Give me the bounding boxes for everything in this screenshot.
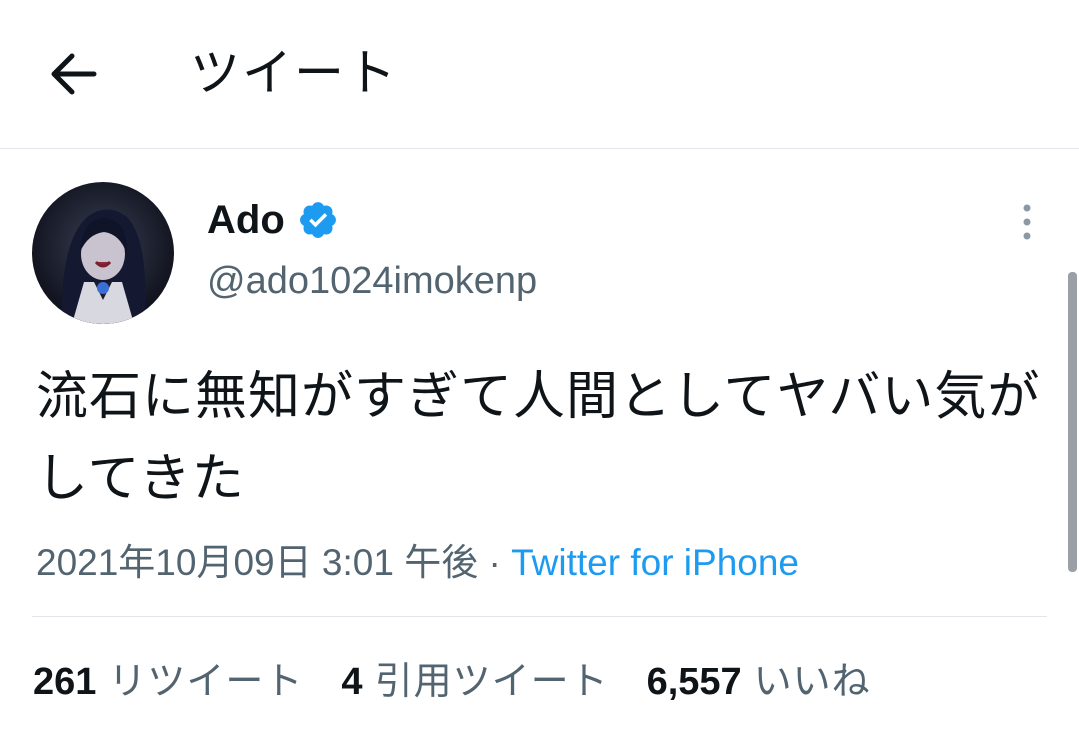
quote-label: 引用ツイート (374, 659, 609, 703)
retweet-label: リツイート (108, 659, 304, 703)
divider (32, 616, 1047, 617)
stat-quote-tweets[interactable]: 4 引用ツイート (341, 650, 608, 705)
quote-count: 4 (341, 661, 363, 703)
arrow-left-icon (51, 53, 97, 95)
avatar[interactable] (32, 182, 174, 324)
verified-badge-icon (299, 202, 336, 238)
timestamp[interactable]: 2021年10月09日 3:01 午後 (36, 542, 478, 583)
like-label: いいね (753, 659, 871, 703)
more-vertical-icon (1023, 204, 1031, 240)
avatar-image (32, 182, 174, 324)
tweet-meta: 2021年10月09日 3:01 午後 · Twitter for iPhone (36, 532, 799, 586)
more-options-button[interactable] (1010, 200, 1044, 244)
top-bar: ツイート (0, 0, 1079, 149)
engagement-stats: 261 リツイート 4 引用ツイート 6,557 いいね (33, 650, 909, 705)
display-name[interactable]: Ado (207, 198, 285, 243)
retweet-count: 261 (33, 661, 97, 703)
stat-likes[interactable]: 6,557 いいね (647, 650, 871, 705)
page-title: ツイート (190, 44, 398, 102)
tweet-text: 流石に無知がすぎて人間としてヤバい気がしてきた (36, 367, 1041, 509)
author-name-row[interactable]: Ado (207, 192, 339, 248)
handle[interactable]: @ado1024imokenp (207, 260, 537, 303)
back-button[interactable] (50, 52, 98, 96)
meta-separator: · (478, 542, 512, 583)
source-link[interactable]: Twitter for iPhone (511, 542, 799, 583)
like-count: 6,557 (646, 661, 742, 703)
scrollbar[interactable] (1068, 272, 1077, 572)
stat-retweets[interactable]: 261 リツイート (33, 650, 303, 705)
